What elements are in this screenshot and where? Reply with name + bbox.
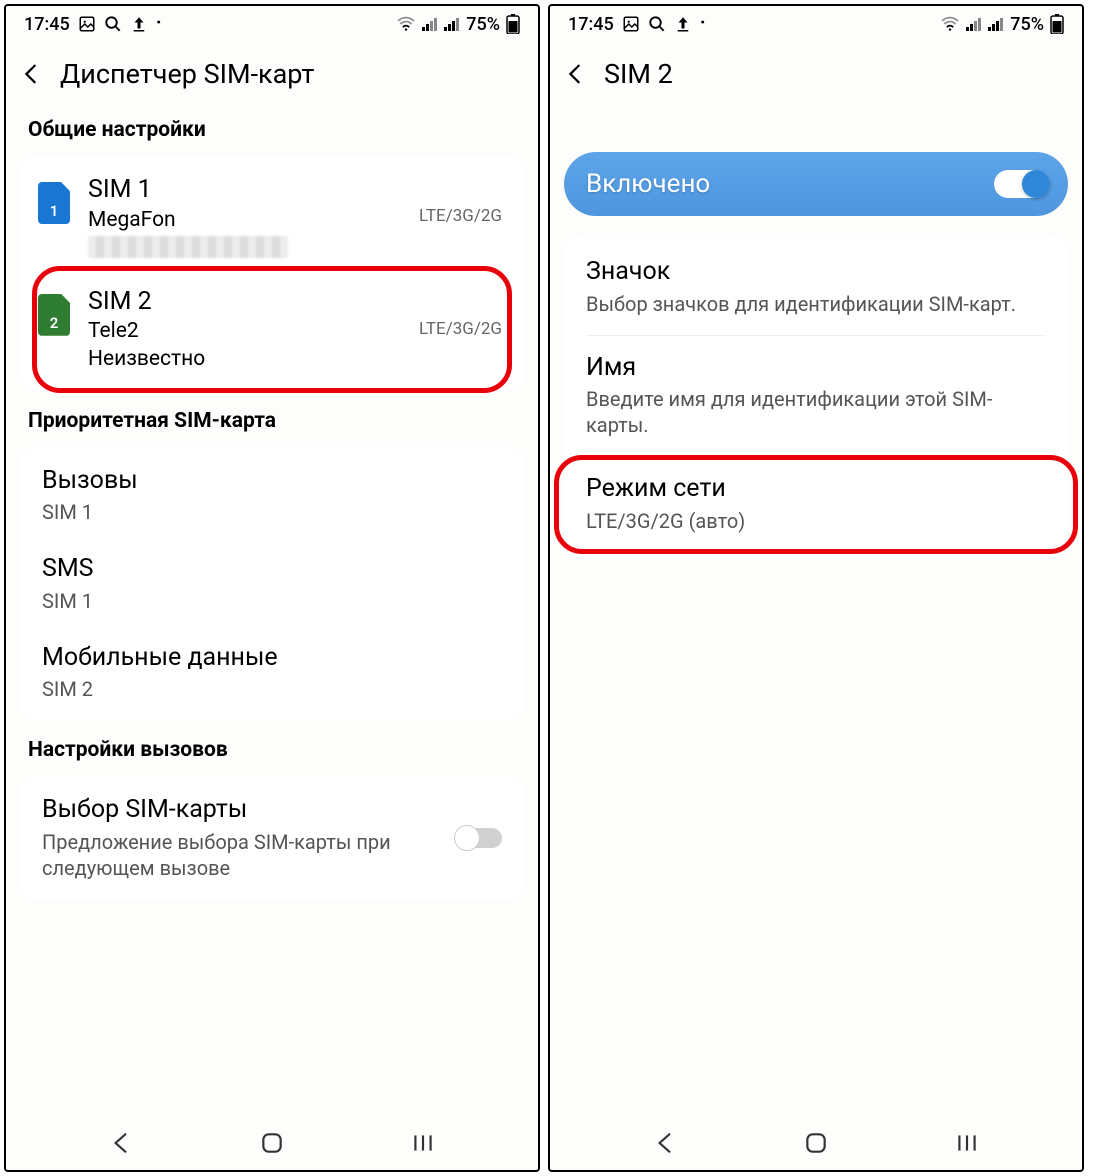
phone-left: 17:45 · 75% — [4, 4, 540, 1172]
priority-card: Вызовы SIM 1 SMS SIM 1 Мобильные данные … — [20, 447, 524, 721]
nav-back[interactable] — [625, 1125, 705, 1161]
nav-bar — [6, 1116, 538, 1170]
sim2-icon: 2 — [38, 294, 70, 336]
signal1-icon — [422, 17, 438, 31]
name-title: Имя — [586, 352, 1046, 385]
nav-bar — [550, 1116, 1082, 1170]
phone-right: 17:45 · 75% — [548, 4, 1084, 1172]
enabled-label: Включено — [586, 169, 710, 199]
header: Диспетчер SIM-карт — [6, 42, 538, 110]
sim2-mode: LTE/3G/2G — [419, 319, 502, 339]
data-row[interactable]: Мобильные данные SIM 2 — [20, 628, 524, 717]
dot-icon: · — [156, 13, 162, 35]
upload-icon — [130, 15, 148, 33]
battery-percent: 75% — [466, 14, 500, 35]
battery-percent: 75% — [1010, 14, 1044, 35]
back-button[interactable] — [562, 61, 588, 87]
header: SIM 2 — [550, 42, 1082, 110]
section-general: Общие настройки — [6, 110, 538, 156]
sim-settings-card: Значок Выбор значков для идентификации S… — [564, 234, 1068, 558]
search-icon — [648, 15, 666, 33]
page-title: Диспетчер SIM-карт — [60, 58, 314, 90]
data-title: Мобильные данные — [42, 642, 502, 675]
calls-sub: SIM 1 — [42, 499, 502, 525]
sim-select-title: Выбор SIM-карты — [42, 794, 502, 827]
signal1-icon — [966, 17, 982, 31]
sms-row[interactable]: SMS SIM 1 — [20, 539, 524, 628]
call-settings-card: Выбор SIM-карты Предложение выбора SIM-к… — [20, 776, 524, 899]
section-call-settings: Настройки вызовов — [6, 730, 538, 776]
section-priority: Приоритетная SIM-карта — [6, 401, 538, 447]
sim2-row[interactable]: 2 SIM 2 Tele2 Неизвестно LTE/3G/2G — [20, 272, 524, 387]
back-button[interactable] — [18, 61, 44, 87]
signal2-icon — [988, 17, 1004, 31]
enabled-switch[interactable] — [994, 169, 1050, 199]
calls-title: Вызовы — [42, 465, 502, 498]
network-title: Режим сети — [586, 473, 1046, 506]
sim1-icon: 1 — [38, 182, 70, 224]
battery-icon — [506, 14, 520, 34]
battery-icon — [1050, 14, 1064, 34]
sms-title: SMS — [42, 553, 502, 586]
image-icon — [622, 15, 640, 33]
wifi-icon — [396, 16, 416, 32]
icon-sub: Выбор значков для идентификации SIM-карт… — [586, 291, 1046, 317]
enabled-toggle-row[interactable]: Включено — [564, 152, 1068, 216]
sim1-name: SIM 1 — [88, 174, 506, 207]
nav-home[interactable] — [232, 1125, 312, 1161]
nav-back[interactable] — [81, 1125, 161, 1161]
upload-icon — [674, 15, 692, 33]
status-time: 17:45 — [568, 14, 614, 35]
sms-sub: SIM 1 — [42, 588, 502, 614]
signal2-icon — [444, 17, 460, 31]
sim-select-sub: Предложение выбора SIM-карты при следующ… — [42, 829, 502, 881]
calls-row[interactable]: Вызовы SIM 1 — [20, 451, 524, 540]
sim-select-row[interactable]: Выбор SIM-карты Предложение выбора SIM-к… — [20, 780, 524, 895]
sim1-mode: LTE/3G/2G — [419, 206, 502, 226]
sim1-number-obscured — [88, 236, 288, 258]
icon-title: Значок — [586, 256, 1046, 289]
page-title: SIM 2 — [604, 58, 673, 90]
sim-cards-card: 1 SIM 1 MegaFon LTE/3G/2G 2 SIM 2 Tele2 … — [20, 156, 524, 391]
sim1-row[interactable]: 1 SIM 1 MegaFon LTE/3G/2G — [20, 160, 524, 272]
dot-icon: · — [700, 13, 706, 35]
sim2-name: SIM 2 — [88, 286, 506, 319]
data-sub: SIM 2 — [42, 676, 502, 702]
network-sub: LTE/3G/2G (авто) — [586, 508, 1046, 534]
sim-select-toggle[interactable] — [454, 825, 502, 851]
sim2-status: Неизвестно — [88, 346, 506, 373]
nav-home[interactable] — [776, 1125, 856, 1161]
nav-recents[interactable] — [383, 1125, 463, 1161]
search-icon — [104, 15, 122, 33]
name-row[interactable]: Имя Введите имя для идентификации этой S… — [564, 336, 1068, 457]
name-sub: Введите имя для идентификации этой SIM-к… — [586, 386, 1046, 438]
status-time: 17:45 — [24, 14, 70, 35]
nav-recents[interactable] — [927, 1125, 1007, 1161]
icon-row[interactable]: Значок Выбор значков для идентификации S… — [564, 240, 1068, 335]
wifi-icon — [940, 16, 960, 32]
status-bar: 17:45 · 75% — [550, 6, 1082, 42]
network-mode-row[interactable]: Режим сети LTE/3G/2G (авто) — [564, 457, 1068, 552]
image-icon — [78, 15, 96, 33]
status-bar: 17:45 · 75% — [6, 6, 538, 42]
